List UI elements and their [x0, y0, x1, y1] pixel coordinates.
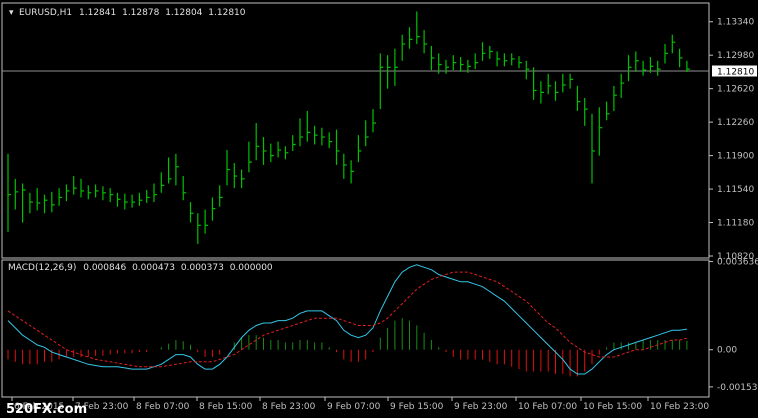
price-tick-label: 1.12980 [717, 51, 754, 61]
current-price-label: 1.12810 [717, 68, 754, 78]
trading-chart[interactable]: 1.13340 1.12980 1.12620 1.12260 1.11900 1.115… [0, 0, 758, 418]
time-tick-label: 9 Feb 15:00 [390, 402, 444, 412]
price-tick-label: 1.12620 [717, 85, 754, 95]
macd-histogram [7, 318, 688, 377]
macd-tick-label: -0.001533 [717, 383, 758, 393]
svg-text:MACD(12,26,9) 0.000846: MACD(12,26,9) 0.000846 0.000473 0.000373… [8, 263, 273, 273]
macd-axis: 0.003636 0.00 -0.001533 [709, 258, 758, 393]
price-tick-label: 1.12260 [717, 118, 754, 128]
low-value: 1.12804 [165, 8, 202, 18]
macd-extra-value: 0.000000 [230, 263, 273, 273]
macd-tick-label: 0.003636 [717, 258, 758, 268]
symbol-label: EURUSD,H1 [19, 8, 72, 18]
svg-text:EURUSD,H1 1.12841: EURUSD,H1 1.12841 1.12878 1.12804 1.1281… [19, 8, 246, 18]
chart-menu-arrow-icon[interactable]: ▾ [9, 8, 14, 18]
macd-signal-value: 0.000473 [132, 263, 175, 273]
price-axis: 1.13340 1.12980 1.12620 1.12260 1.11900 1.115… [709, 18, 754, 262]
time-tick-label: 8 Feb 15:00 [199, 402, 253, 412]
time-tick-label: 8 Feb 07:00 [136, 402, 190, 412]
current-price-badge: 1.12810 [712, 65, 757, 78]
price-panel-border [1, 2, 710, 259]
close-value: 1.12810 [208, 8, 245, 18]
macd-tick-label: 0.00 [717, 346, 737, 356]
price-tick-label: 1.11900 [717, 152, 754, 162]
price-header: ▾ EURUSD,H1 1.12841 1.12878 1.12804 1.12… [9, 8, 246, 18]
macd-main-value: 0.000846 [83, 263, 126, 273]
time-tick-label: 9 Feb 23:00 [454, 402, 508, 412]
macd-histogram-value: 0.000373 [181, 263, 224, 273]
price-tick-label: 1.11180 [717, 219, 754, 229]
open-value: 1.12841 [79, 8, 116, 18]
time-axis: 6 Feb 2015 7 Feb 23:00 8 Feb 07:00 8 Feb 15… [11, 397, 709, 412]
high-value: 1.12878 [122, 8, 159, 18]
macd-panel-border [1, 259, 710, 398]
time-tick-label: 10 Feb 07:00 [518, 402, 577, 412]
price-tick-label: 1.11540 [717, 185, 754, 195]
time-tick-label: 8 Feb 23:00 [262, 402, 316, 412]
time-tick-label: 10 Feb 15:00 [583, 402, 642, 412]
watermark-logo: 520FX.com [6, 402, 87, 417]
chart-frame [1, 2, 710, 398]
price-bars [7, 11, 690, 244]
price-tick-label: 1.13340 [717, 18, 754, 28]
time-tick-label: 10 Feb 23:00 [650, 402, 709, 412]
macd-label: MACD(12,26,9) [8, 263, 76, 273]
macd-header: MACD(12,26,9) 0.000846 0.000473 0.000373… [8, 263, 273, 273]
time-tick-label: 9 Feb 07:00 [327, 402, 381, 412]
